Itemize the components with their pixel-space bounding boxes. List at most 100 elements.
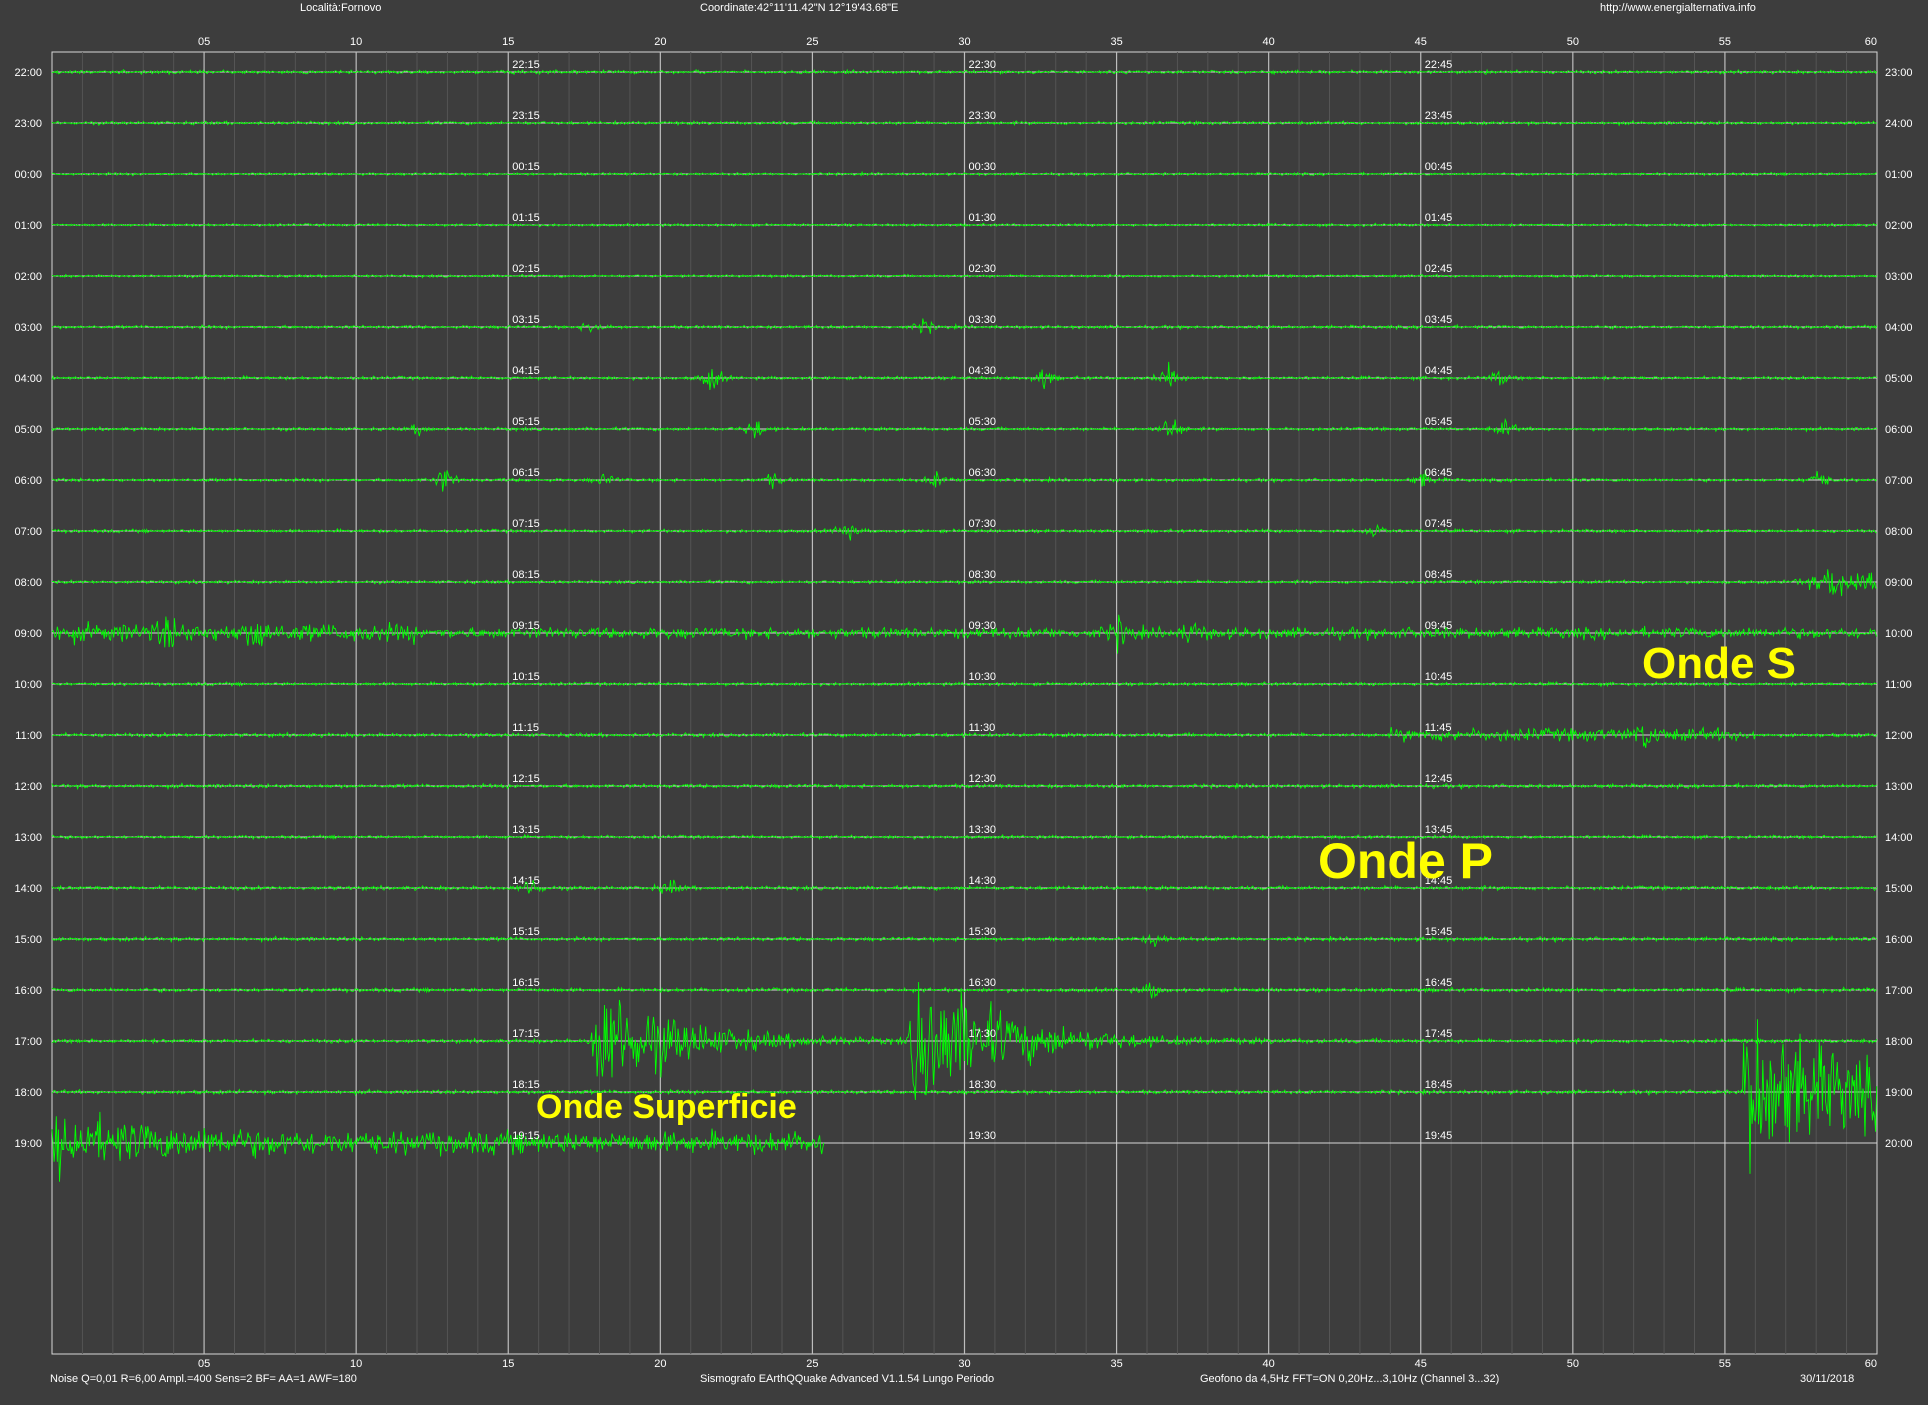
quarter-time-label: 02:15 — [512, 263, 540, 275]
quarter-time-label: 02:45 — [1425, 263, 1453, 275]
quarter-time-label: 22:15 — [512, 59, 540, 71]
quarter-time-label: 02:30 — [969, 263, 997, 275]
hour-label-left: 06:00 — [14, 475, 42, 487]
quarter-time-label: 00:15 — [512, 161, 540, 173]
quarter-time-label: 11:45 — [1425, 722, 1452, 734]
hour-label-right: 11:00 — [1885, 679, 1912, 691]
quarter-time-label: 19:45 — [1425, 1130, 1453, 1142]
x-tick-label-bottom: 25 — [806, 1358, 818, 1370]
hour-label-right: 14:00 — [1885, 832, 1913, 844]
quarter-time-label: 05:45 — [1425, 416, 1453, 428]
quarter-time-label: 16:15 — [512, 977, 540, 989]
quarter-time-label: 22:30 — [969, 59, 997, 71]
quarter-time-label: 23:45 — [1425, 110, 1453, 122]
hour-label-left: 11:00 — [15, 730, 42, 742]
quarter-time-label: 01:15 — [512, 212, 540, 224]
quarter-time-label: 12:15 — [512, 773, 540, 785]
hour-label-right: 20:00 — [1885, 1138, 1913, 1150]
x-tick-label-bottom: 30 — [958, 1358, 970, 1370]
hour-label-left: 05:00 — [14, 424, 42, 436]
quarter-time-label: 19:15 — [512, 1130, 540, 1142]
quarter-time-label: 09:45 — [1425, 620, 1453, 632]
x-tick-label-top: 30 — [958, 36, 970, 48]
quarter-time-label: 04:45 — [1425, 365, 1453, 377]
hour-label-left: 14:00 — [14, 883, 42, 895]
footer-date: 30/11/2018 — [1800, 1373, 1854, 1385]
hour-label-right: 01:00 — [1885, 169, 1913, 181]
footer-software: Sismografo EArthQQuake Advanced V1.1.54 … — [700, 1373, 994, 1385]
quarter-time-label: 10:15 — [512, 671, 540, 683]
x-tick-label-top: 10 — [350, 36, 362, 48]
quarter-time-label: 14:15 — [512, 875, 540, 887]
hour-label-left: 15:00 — [14, 934, 42, 946]
hour-label-right: 04:00 — [1885, 322, 1913, 334]
hour-label-left: 18:00 — [14, 1087, 42, 1099]
hour-label-left: 07:00 — [14, 526, 42, 538]
annotation-onde-superficie: Onde Superficie — [536, 1088, 797, 1126]
quarter-time-label: 04:15 — [512, 365, 540, 377]
x-tick-label-bottom: 45 — [1415, 1358, 1427, 1370]
quarter-time-label: 00:45 — [1425, 161, 1453, 173]
x-tick-label-bottom: 05 — [198, 1358, 210, 1370]
quarter-time-label: 05:15 — [512, 416, 540, 428]
hour-label-right: 08:00 — [1885, 526, 1913, 538]
quarter-time-label: 08:30 — [969, 569, 997, 581]
x-tick-label-top: 60 — [1865, 36, 1877, 48]
quarter-time-label: 09:30 — [969, 620, 997, 632]
hour-label-left: 08:00 — [14, 577, 42, 589]
hour-label-left: 01:00 — [14, 220, 42, 232]
hour-label-left: 04:00 — [14, 373, 42, 385]
x-tick-label-bottom: 15 — [502, 1358, 514, 1370]
hour-label-right: 02:00 — [1885, 220, 1913, 232]
x-tick-label-bottom: 40 — [1263, 1358, 1275, 1370]
x-tick-label-top: 55 — [1719, 36, 1731, 48]
coordinates-label: Coordinate:42°11'11.42"N 12°19'43.68"E — [700, 2, 898, 14]
quarter-time-label: 18:45 — [1425, 1079, 1453, 1091]
quarter-time-label: 06:15 — [512, 467, 540, 479]
x-tick-label-top: 40 — [1263, 36, 1275, 48]
x-tick-label-bottom: 20 — [654, 1358, 666, 1370]
quarter-time-label: 07:45 — [1425, 518, 1453, 530]
quarter-time-label: 06:30 — [969, 467, 997, 479]
quarter-time-label: 15:15 — [512, 926, 540, 938]
quarter-time-label: 01:30 — [969, 212, 997, 224]
footer-params: Noise Q=0,01 R=6,00 Ampl.=400 Sens=2 BF=… — [50, 1373, 357, 1385]
x-tick-label-top: 20 — [654, 36, 666, 48]
x-tick-label-top: 25 — [806, 36, 818, 48]
quarter-time-label: 07:15 — [512, 518, 540, 530]
hour-label-left: 19:00 — [14, 1138, 42, 1150]
quarter-time-label: 22:45 — [1425, 59, 1453, 71]
quarter-time-label: 05:30 — [969, 416, 997, 428]
quarter-time-label: 18:30 — [969, 1079, 997, 1091]
hour-label-left: 00:00 — [14, 169, 42, 181]
quarter-time-label: 10:30 — [969, 671, 997, 683]
quarter-time-label: 09:15 — [512, 620, 540, 632]
hour-label-left: 22:00 — [14, 67, 42, 79]
quarter-time-label: 13:30 — [969, 824, 997, 836]
quarter-time-label: 06:45 — [1425, 467, 1453, 479]
hour-label-left: 13:00 — [14, 832, 42, 844]
quarter-time-label: 12:30 — [969, 773, 997, 785]
seismogram: 05 10 15 20 25 30 35 40 45 50 55 60 05 10 15 20 25 30 35 4… — [0, 0, 1928, 1400]
quarter-time-label: 17:15 — [512, 1028, 540, 1040]
hour-label-right: 23:00 — [1885, 67, 1913, 79]
quarter-time-label: 12:45 — [1425, 773, 1453, 785]
hour-label-right: 06:00 — [1885, 424, 1913, 436]
hour-label-left: 03:00 — [14, 322, 42, 334]
hour-label-right: 13:00 — [1885, 781, 1913, 793]
quarter-time-label: 15:45 — [1425, 926, 1453, 938]
quarter-time-label: 16:45 — [1425, 977, 1453, 989]
x-tick-label-top: 05 — [198, 36, 210, 48]
annotation-onde-s: Onde S — [1642, 639, 1796, 688]
x-tick-label-bottom: 35 — [1110, 1358, 1122, 1370]
x-tick-label-top: 50 — [1567, 36, 1579, 48]
quarter-time-label: 03:45 — [1425, 314, 1453, 326]
x-tick-label-bottom: 10 — [350, 1358, 362, 1370]
website-label[interactable]: http://www.energialternativa.info — [1600, 2, 1756, 14]
quarter-time-label: 07:30 — [969, 518, 997, 530]
quarter-time-label: 17:45 — [1425, 1028, 1453, 1040]
quarter-time-label: 08:15 — [512, 569, 540, 581]
hour-label-right: 17:00 — [1885, 985, 1913, 997]
hour-label-right: 12:00 — [1885, 730, 1913, 742]
quarter-time-label: 01:45 — [1425, 212, 1453, 224]
